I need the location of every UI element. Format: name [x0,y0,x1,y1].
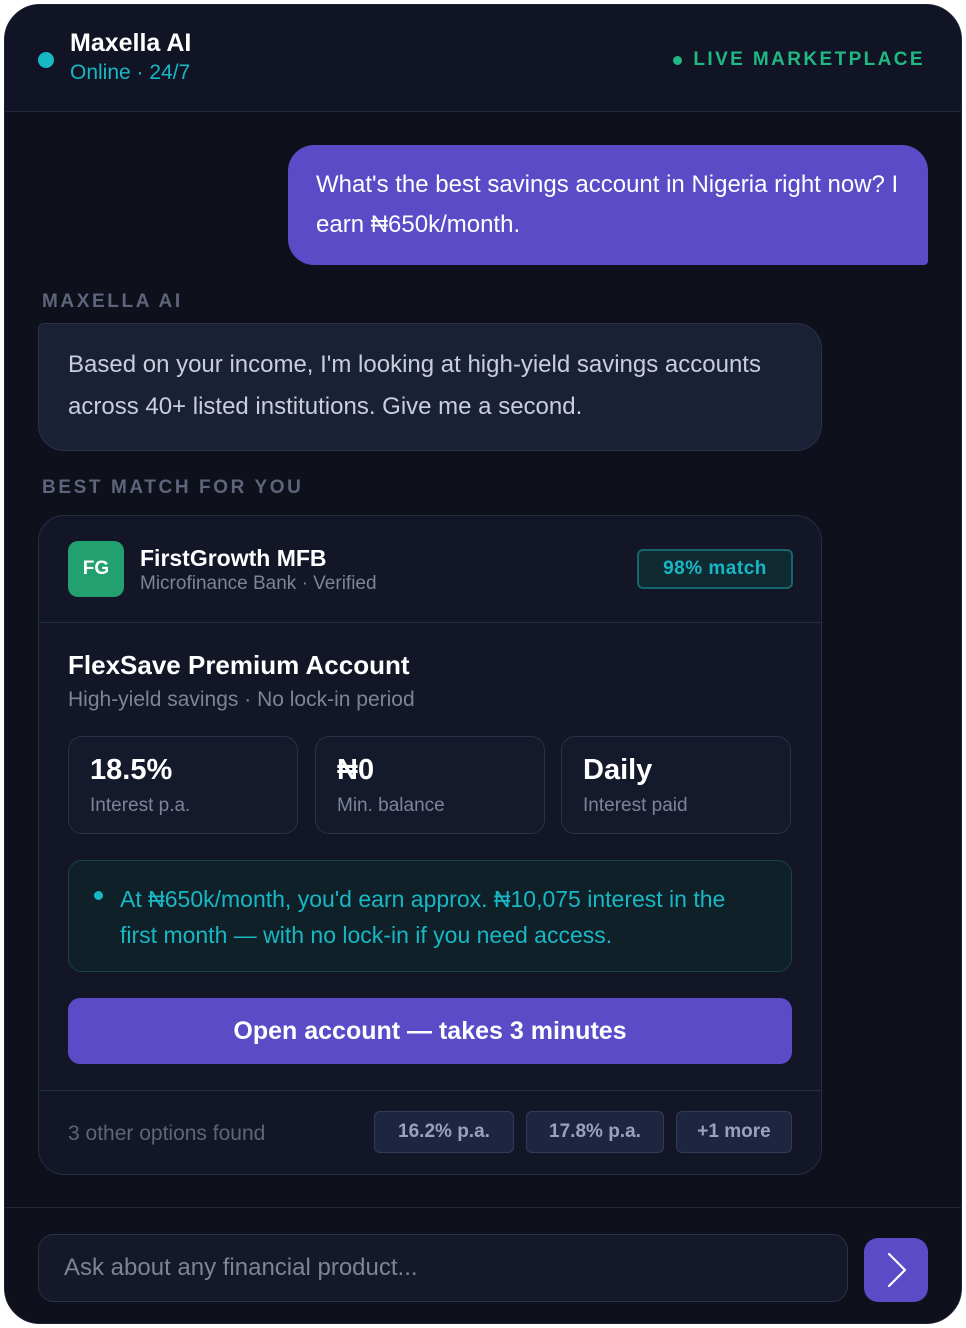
chevron-right-icon [887,1252,907,1288]
live-marketplace-label: LIVE MARKETPLACE [693,49,925,70]
other-options-row: 3 other options found 16.2% p.a. 17.8% p… [39,1090,821,1174]
institution-logo: FG [68,541,124,597]
option-chip[interactable]: 16.2% p.a. [374,1111,514,1153]
user-message-bubble: What's the best savings account in Niger… [288,145,928,265]
best-match-label: BEST MATCH FOR YOU [42,477,304,498]
send-button[interactable] [864,1238,928,1302]
earnings-insight: At ₦650k/month, you'd earn approx. ₦10,0… [68,860,792,972]
composer [5,1207,961,1323]
chat-header: Maxella AI Online · 24/7 LIVE MARKETPLAC… [5,5,961,112]
insight-bullet-icon [94,891,103,900]
ai-sender-label: MAXELLA AI [42,291,183,312]
open-account-button[interactable]: Open account — takes 3 minutes [68,998,792,1064]
stat-value: 18.5% [90,754,173,786]
message-input[interactable] [38,1234,848,1302]
assistant-name: Maxella AI [70,29,192,57]
stat-interest-rate: 18.5% Interest p.a. [68,736,298,834]
option-chip[interactable]: 17.8% p.a. [526,1111,664,1153]
stat-interest-frequency: Daily Interest paid [561,736,791,834]
institution-meta: Microfinance Bank · Verified [140,573,377,594]
other-options-label: 3 other options found [68,1122,266,1145]
stat-label: Min. balance [337,795,445,816]
match-badge: 98% match [637,549,793,589]
live-marketplace-indicator: LIVE MARKETPLACE [673,49,925,71]
assistant-status: Online · 24/7 [70,61,191,84]
stat-label: Interest paid [583,795,688,816]
more-options-chip[interactable]: +1 more [676,1111,792,1153]
live-dot-icon [673,55,683,65]
stat-min-balance: ₦0 Min. balance [315,736,545,834]
stat-value: Daily [583,754,653,786]
insight-text: At ₦650k/month, you'd earn approx. ₦10,0… [120,886,726,948]
card-header: FG FirstGrowth MFB Microfinance Bank · V… [39,516,821,623]
ai-message-bubble: Based on your income, I'm looking at hig… [38,323,822,451]
product-name: FlexSave Premium Account [68,650,410,680]
online-status-dot [38,52,54,68]
product-card: FG FirstGrowth MFB Microfinance Bank · V… [38,515,822,1175]
stat-value: ₦0 [337,754,375,786]
institution-name: FirstGrowth MFB [140,545,327,571]
stat-label: Interest p.a. [90,795,191,816]
product-description: High-yield savings · No lock-in period [68,688,415,711]
chat-window: Maxella AI Online · 24/7 LIVE MARKETPLAC… [4,4,962,1324]
